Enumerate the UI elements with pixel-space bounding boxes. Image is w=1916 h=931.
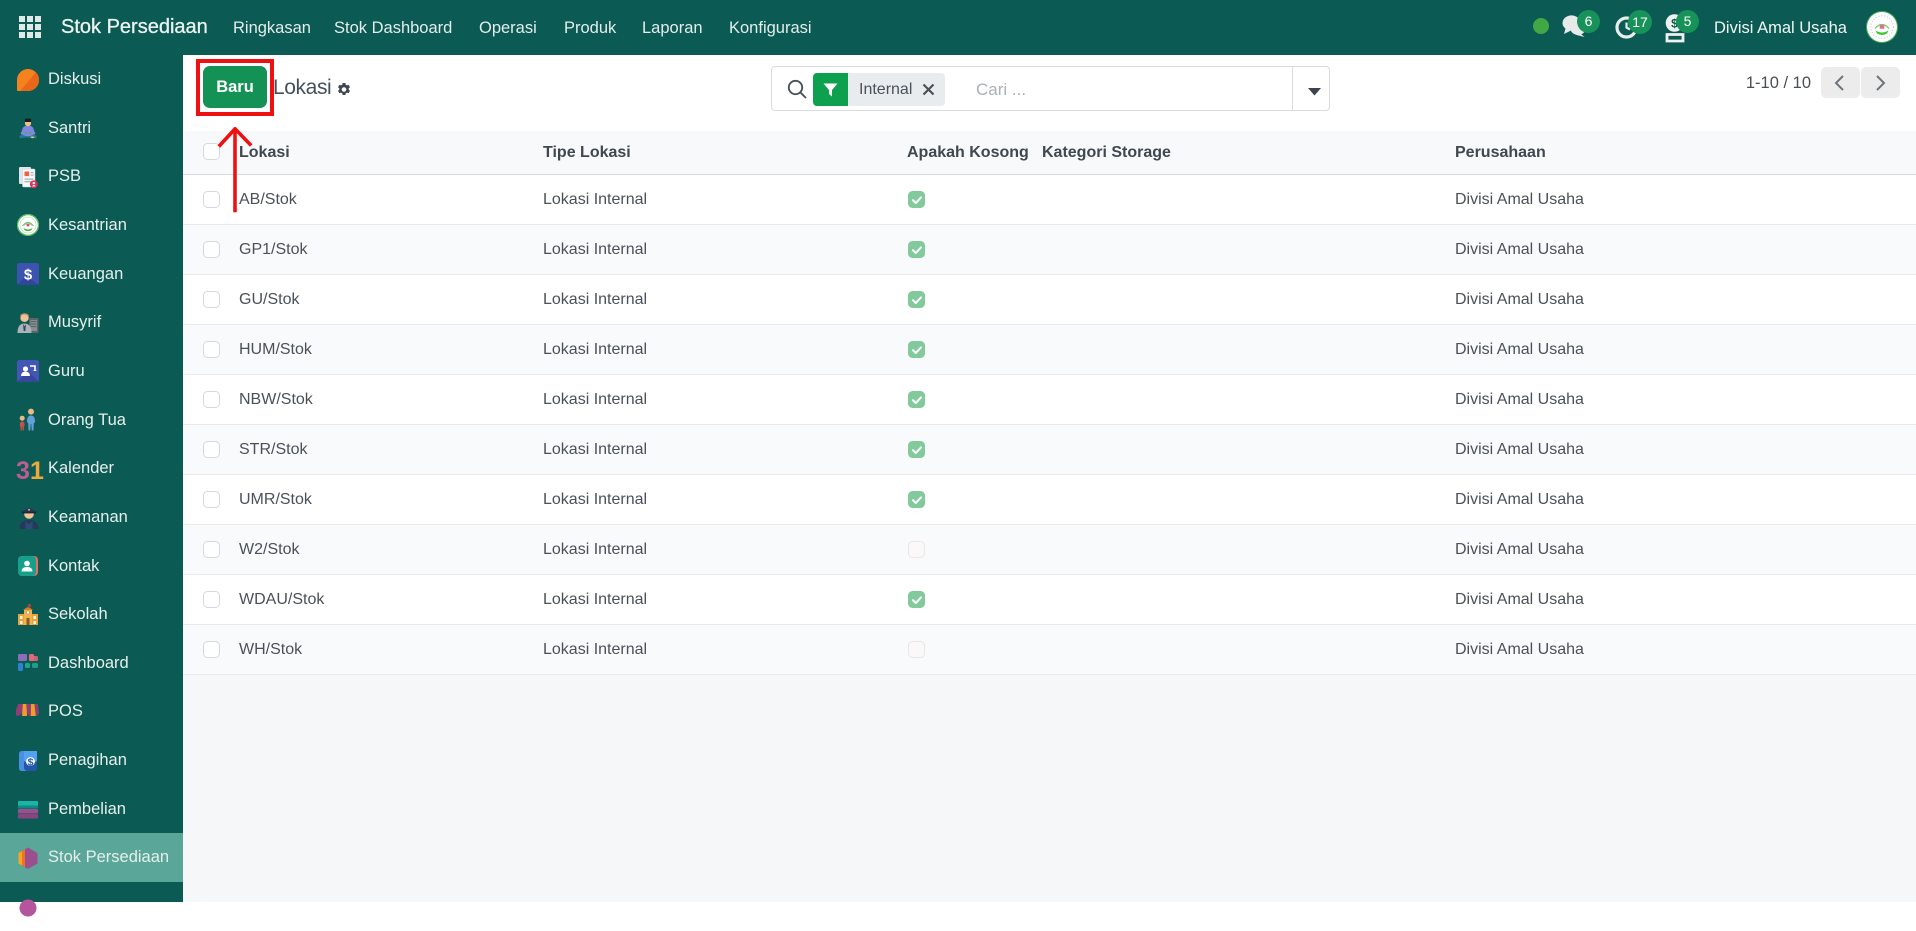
svg-text:$: $ — [24, 267, 33, 284]
svg-text:3: 3 — [16, 457, 30, 483]
svg-text:1: 1 — [30, 457, 44, 483]
svg-text:$: $ — [28, 756, 34, 768]
